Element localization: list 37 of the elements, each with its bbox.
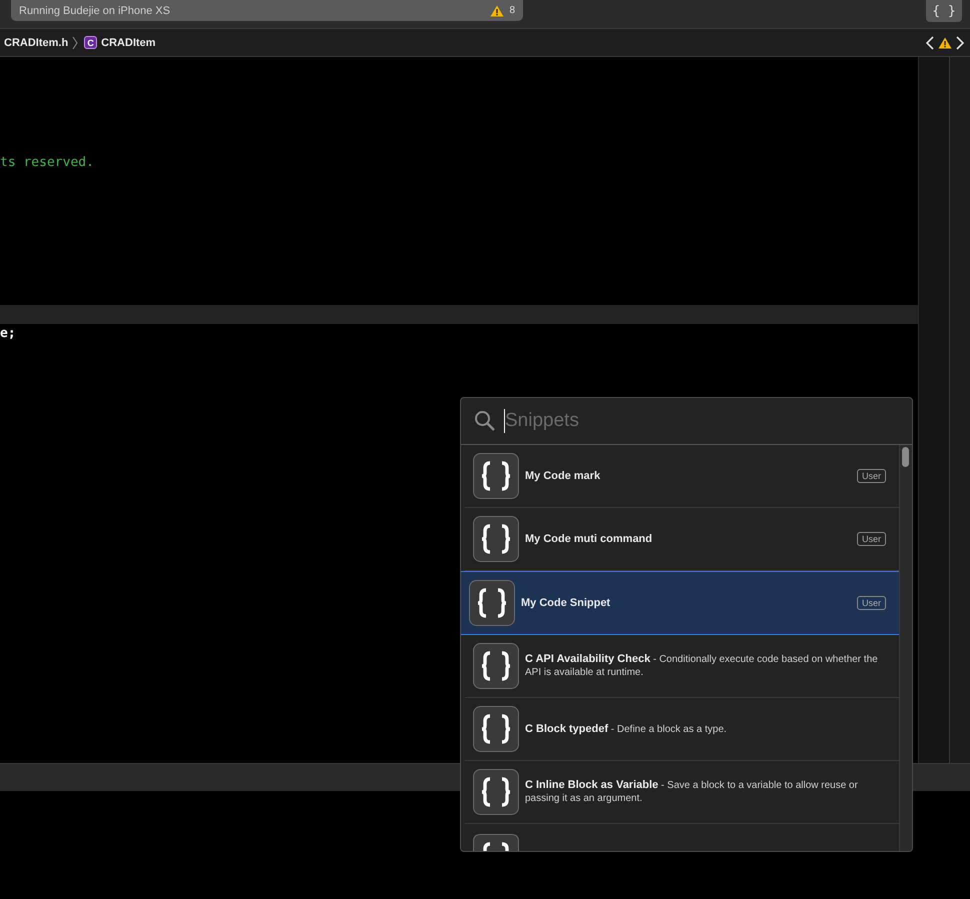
snippet-item[interactable]: My Code mark User <box>465 445 899 508</box>
warning-icon <box>490 4 504 16</box>
warning-count: 8 <box>509 5 515 16</box>
snippet-description: C API Availability Check - Conditionally execute code based on whether the API is available at runtime. <box>525 653 879 679</box>
snippet-item[interactable]: C Inline Block as Variable - Save a block to a variable to allow reuse or passing it as an argument. <box>465 761 899 824</box>
code-text: e; <box>0 326 16 341</box>
back-icon[interactable] <box>926 36 934 50</box>
forward-icon[interactable] <box>956 36 964 50</box>
scrollbar-thumb[interactable] <box>902 447 909 467</box>
user-tag: User <box>856 469 886 483</box>
user-tag: User <box>856 532 886 546</box>
activity-text: Running Budejie on iPhone XS <box>19 4 172 16</box>
snippet-item[interactable]: C API Availability Check - Conditionally execute code based on whether the API is available at runtime. <box>465 635 899 698</box>
chevron-icon <box>72 36 78 50</box>
braces-icon <box>469 580 515 626</box>
snippet-description: C Block typedef - Define a block as a type. <box>525 722 728 736</box>
snippet-title: My Code mark <box>525 470 602 482</box>
braces-icon <box>473 643 519 689</box>
braces-icon <box>473 453 519 499</box>
braces-icon <box>473 516 519 562</box>
snippet-title: My Code muti command <box>525 533 654 545</box>
snippet-title: My Code Snippet <box>521 597 612 609</box>
code-comment: ts reserved. <box>0 155 94 170</box>
symbol-crumb[interactable]: CRADItem <box>101 36 156 48</box>
snippet-description: C Inline Block as Variable - Save a block to a variable to allow reuse or passing it as an argument. <box>525 779 859 805</box>
snippet-item[interactable]: C Block typedef - Define a block as a type. <box>465 698 899 761</box>
search-icon <box>474 410 496 432</box>
user-tag: User <box>856 596 886 610</box>
library-button[interactable]: { } <box>926 0 962 22</box>
snippet-item[interactable]: My Code Snippet User <box>461 571 899 635</box>
warning-icon[interactable] <box>938 36 952 48</box>
braces-icon <box>473 706 519 752</box>
search-field[interactable]: Snippets <box>504 409 902 433</box>
braces-icon <box>473 769 519 815</box>
braces-icon <box>473 834 519 851</box>
file-crumb[interactable]: CRADItem.h <box>4 36 68 48</box>
class-badge: C <box>84 36 98 49</box>
